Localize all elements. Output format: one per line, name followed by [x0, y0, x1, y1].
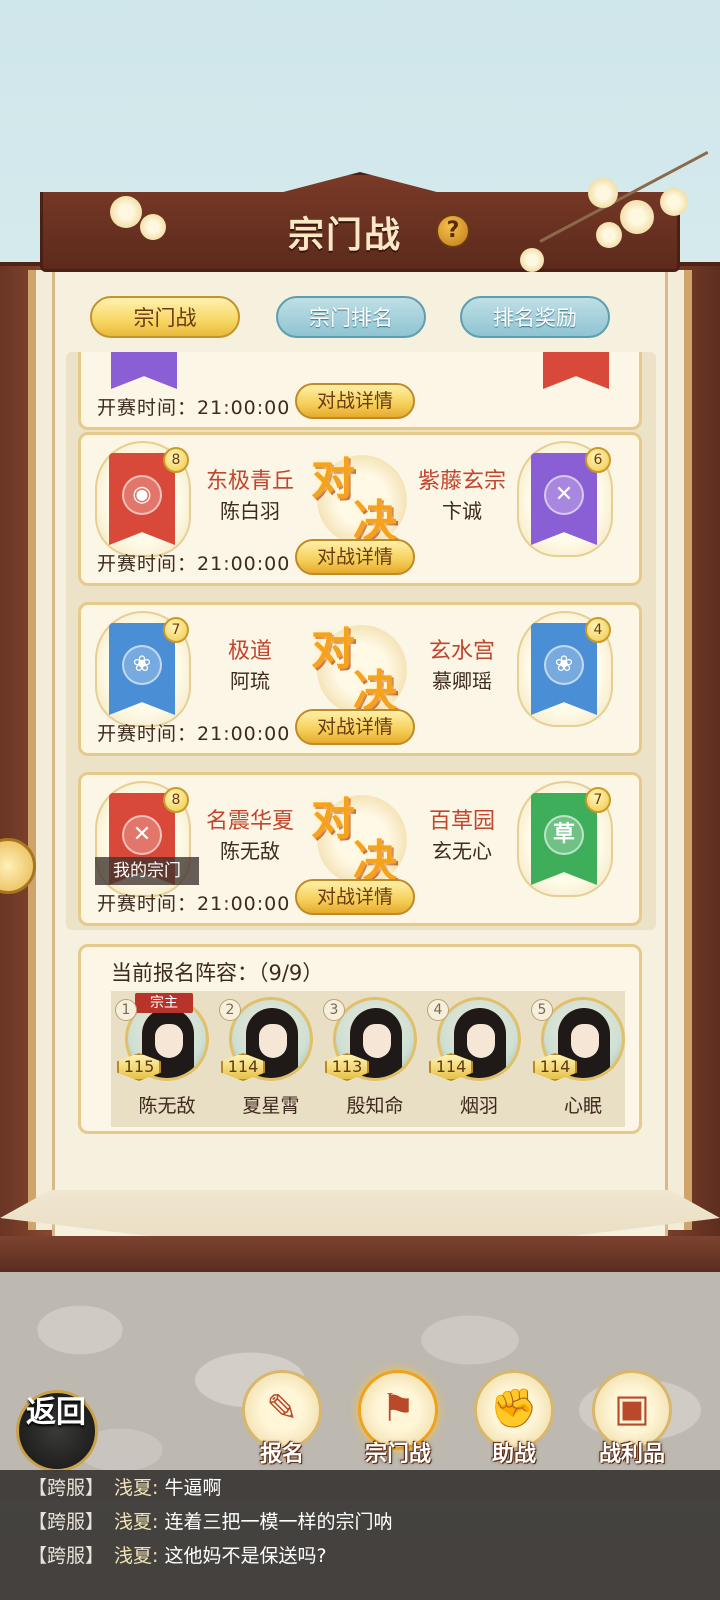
slot-number: 5 [531, 999, 553, 1021]
plum-blossom-icon [110, 196, 142, 228]
right-sect-name: 紫藤玄宗 [417, 469, 506, 494]
plum-blossom-icon [140, 214, 166, 240]
right-sect-leader: 玄无心 [432, 839, 492, 863]
tab-ranking-rewards[interactable]: 排名奖励 [460, 296, 610, 338]
frame-base-bar [0, 1236, 720, 1272]
member-name: 陈无敌 [138, 1095, 196, 1117]
match-detail-button[interactable]: 对战详情 [295, 709, 415, 745]
nav-label: 助战 [491, 1442, 536, 1467]
left-sect-leader: 陈白羽 [220, 499, 280, 523]
nav-label: 报名 [259, 1442, 304, 1467]
match-card: ✕ 8 我的宗门 名震华夏 陈无敌 对 决 百草园 玄无心 草 7 开赛时间：2… [78, 772, 642, 926]
sect-master-tag: 宗主 [135, 993, 193, 1013]
left-sect-name: 东极青丘 [205, 469, 294, 494]
my-sect-tag: 我的宗门 [95, 857, 199, 885]
chat-channel: 【跨服】 [28, 1545, 105, 1567]
nav-signup-button[interactable]: ✎ 报名 [234, 1370, 330, 1480]
match-card: ◉ 8 东极青丘 陈白羽 对 决 紫藤玄宗 卞诚 ✕ 6 开赛时间：21:00:… [78, 432, 642, 586]
herb-sect-emblem: 草 [544, 815, 584, 855]
crossed-swords-icon: ✕ [122, 815, 162, 855]
chat-panel[interactable]: 【跨服】 浅夏: 牛逼啊 【跨服】 浅夏: 连着三把一模一样的宗门呐 【跨服】 浅夏:… [0, 1470, 720, 1600]
match-time: 开赛时间：21:00:00 [97, 397, 291, 419]
chat-message: 【跨服】 浅夏: 连着三把一模一样的宗门呐 [28, 1506, 392, 1538]
match-time: 开赛时间：21:00:00 [97, 723, 291, 745]
member-name: 心眠 [563, 1095, 602, 1117]
plum-blossom-icon [588, 178, 618, 208]
roster-member[interactable]: 5 114 心眠 [531, 997, 625, 1123]
flag-mountain-icon: ⚑ [380, 1386, 416, 1430]
match-list[interactable]: 开赛时间：21:00:00 对战详情 ◉ 8 东极青丘 陈白羽 对 决 紫藤玄宗… [66, 352, 656, 930]
scroll-brush-icon: ✎ [266, 1386, 298, 1430]
right-sect-name: 百草园 [428, 809, 495, 834]
sect-rank-badge: 6 [585, 447, 611, 473]
roster-member[interactable]: 宗主 1 115 陈无敌 [115, 993, 215, 1123]
crossed-swords-icon: ✕ [544, 475, 584, 515]
plum-blossom-icon [520, 248, 544, 272]
plum-blossom-icon [620, 200, 654, 234]
tab-bar: 宗门战 宗门排名 排名奖励 [90, 296, 630, 338]
sect-rank-badge: 7 [585, 787, 611, 813]
roster-panel: 当前报名阵容：（9/9） 宗主 1 115 陈无敌 2 114 夏星霄 3 11… [78, 944, 642, 1134]
chat-text: 连着三把一模一样的宗门呐 [164, 1511, 393, 1533]
sect-banner [111, 352, 177, 389]
versus-char-1: 对 [311, 454, 355, 505]
roster-member[interactable]: 4 114 烟羽 [427, 997, 527, 1123]
plum-blossom-icon [596, 222, 622, 248]
roster-member[interactable]: 3 113 殷知命 [323, 997, 423, 1123]
help-icon[interactable]: ? [436, 214, 470, 248]
chat-user[interactable]: 浅夏: [114, 1477, 158, 1499]
tab-sect-war[interactable]: 宗门战 [90, 296, 240, 338]
versus-char-1: 对 [311, 624, 355, 675]
nav-label: 宗门战 [364, 1442, 431, 1467]
right-sect-leader: 卞诚 [442, 499, 482, 523]
match-detail-button[interactable]: 对战详情 [295, 879, 415, 915]
roster-member[interactable]: 2 114 夏星霄 [219, 997, 319, 1123]
roster-strip[interactable]: 宗主 1 115 陈无敌 2 114 夏星霄 3 113 殷知命 4 114 烟… [111, 991, 625, 1127]
left-sect-leader: 陈无敌 [220, 839, 280, 863]
slot-number: 3 [323, 999, 345, 1021]
nav-loot-button[interactable]: ▣ 战利品 [584, 1370, 680, 1480]
lotus-icon: ❀ [122, 645, 162, 685]
match-time: 开赛时间：21:00:00 [97, 553, 291, 575]
nav-assist-button[interactable]: ✊ 助战 [466, 1370, 562, 1480]
member-name: 殷知命 [346, 1095, 404, 1117]
chat-text: 牛逼啊 [164, 1477, 222, 1499]
slot-number: 1 [115, 999, 137, 1021]
sect-rank-badge: 4 [585, 617, 611, 643]
chat-message: 【跨服】 浅夏: 这他妈不是保送吗? [28, 1540, 327, 1572]
left-sect-name: 极道 [227, 639, 272, 664]
nav-sect-war-button[interactable]: ⚑ 宗门战 [350, 1370, 446, 1480]
member-name: 夏星霄 [242, 1095, 300, 1117]
versus-char-1: 对 [311, 794, 355, 845]
roster-title: 当前报名阵容：（9/9） [111, 961, 324, 985]
left-sect-name: 名震华夏 [205, 809, 294, 834]
handshake-icon: ✊ [490, 1386, 538, 1430]
left-sect-leader: 阿琉 [230, 669, 270, 693]
sect-banner [543, 352, 609, 389]
chat-user[interactable]: 浅夏: [114, 1545, 158, 1567]
chat-message: 【跨服】 浅夏: 牛逼啊 [28, 1472, 221, 1504]
tab-sect-ranking[interactable]: 宗门排名 [276, 296, 426, 338]
right-sect-name: 玄水宫 [428, 639, 495, 664]
plum-blossom-icon [660, 188, 688, 216]
chat-user[interactable]: 浅夏: [114, 1511, 158, 1533]
match-card: 开赛时间：21:00:00 对战详情 [78, 352, 642, 430]
match-detail-button[interactable]: 对战详情 [295, 539, 415, 575]
page-title: 宗门战 [287, 214, 402, 256]
member-name: 烟羽 [459, 1095, 498, 1117]
chat-channel: 【跨服】 [28, 1511, 105, 1533]
coin-icon: ◉ [122, 475, 162, 515]
right-sect-leader: 慕卿瑶 [432, 669, 492, 693]
nav-label: 战利品 [598, 1442, 665, 1467]
treasure-chest-icon: ▣ [614, 1386, 650, 1430]
chat-text: 这他妈不是保送吗? [164, 1545, 327, 1567]
back-button-label[interactable]: 返回 [26, 1396, 86, 1430]
match-card: ❀ 7 极道 阿琉 对 决 玄水宫 慕卿瑶 ❀ 4 开赛时间：21:00:00 … [78, 602, 642, 756]
match-time: 开赛时间：21:00:00 [97, 893, 291, 915]
slot-number: 2 [219, 999, 241, 1021]
slot-number: 4 [427, 999, 449, 1021]
lotus-icon: ❀ [544, 645, 584, 685]
match-detail-button[interactable]: 对战详情 [295, 383, 415, 419]
chat-channel: 【跨服】 [28, 1477, 105, 1499]
